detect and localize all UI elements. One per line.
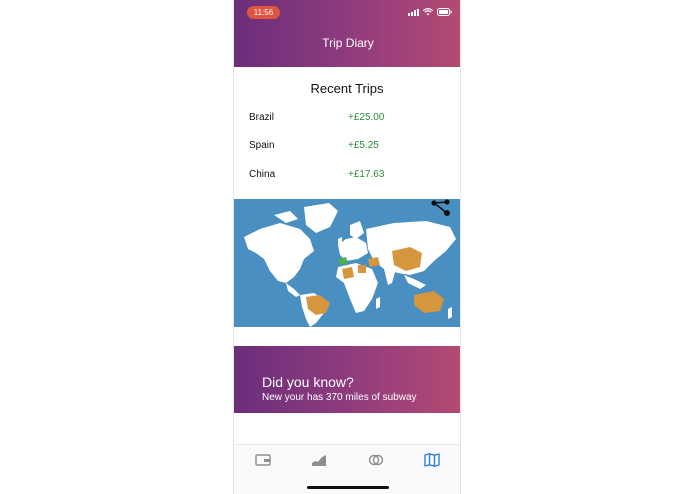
home-indicator[interactable] <box>307 486 389 489</box>
arctic-islands-shape <box>274 211 298 223</box>
trip-amount: +£25.00 <box>348 112 385 123</box>
africa-visited-shape <box>358 265 366 273</box>
trip-country: China <box>249 169 276 180</box>
tab-stats[interactable] <box>309 453 329 471</box>
australia-shape <box>414 291 444 313</box>
trip-country: Spain <box>249 140 275 151</box>
uk-shape <box>338 237 342 245</box>
africa-shape <box>336 263 378 313</box>
tab-rings[interactable] <box>366 453 386 471</box>
recent-trips-title: Recent Trips <box>310 81 384 96</box>
trip-country: Brazil <box>249 112 275 123</box>
page-title: Trip Diary <box>322 36 374 50</box>
trip-row[interactable]: Spain +£5.25 <box>249 140 449 154</box>
middle-east-shape <box>368 257 380 267</box>
did-you-know-card: Did you know? New your has 370 miles of … <box>234 346 460 413</box>
trip-amount: +£5.25 <box>348 140 379 151</box>
battery-icon <box>437 8 452 16</box>
africa-visited-shape <box>342 267 354 279</box>
status-time: 11:56 <box>247 6 280 19</box>
new-zealand-shape <box>448 307 452 319</box>
phone-screen: 11:56 Trip Diary Recent Trips Brazil +£2… <box>233 0 461 494</box>
madagascar-shape <box>376 297 380 309</box>
fact-body: New your has 370 miles of subway <box>262 392 417 403</box>
signal-icon <box>408 8 419 16</box>
tab-map[interactable] <box>422 452 442 472</box>
share-icon[interactable] <box>430 199 452 217</box>
tab-wallet[interactable] <box>253 453 273 471</box>
europe-shape <box>338 237 368 261</box>
fact-title: Did you know? <box>262 374 354 390</box>
greenland-shape <box>304 203 338 233</box>
southeast-asia-shape <box>404 275 426 289</box>
rings-icon <box>368 453 384 471</box>
trip-row[interactable]: Brazil +£25.00 <box>249 112 449 126</box>
india-shape <box>384 269 396 285</box>
north-america-shape <box>244 223 314 283</box>
trip-row[interactable]: China +£17.63 <box>249 169 449 183</box>
central-america-shape <box>286 283 300 297</box>
app-header: 11:56 Trip Diary <box>234 0 460 67</box>
map-icon <box>424 452 440 472</box>
wallet-icon <box>255 453 271 471</box>
status-icons <box>408 8 452 16</box>
trip-amount: +£17.63 <box>348 169 385 180</box>
scandinavia-shape <box>350 221 364 239</box>
wifi-icon <box>423 8 433 16</box>
japan-shape <box>430 247 434 259</box>
world-map[interactable] <box>234 199 460 327</box>
chart-icon <box>311 453 327 471</box>
